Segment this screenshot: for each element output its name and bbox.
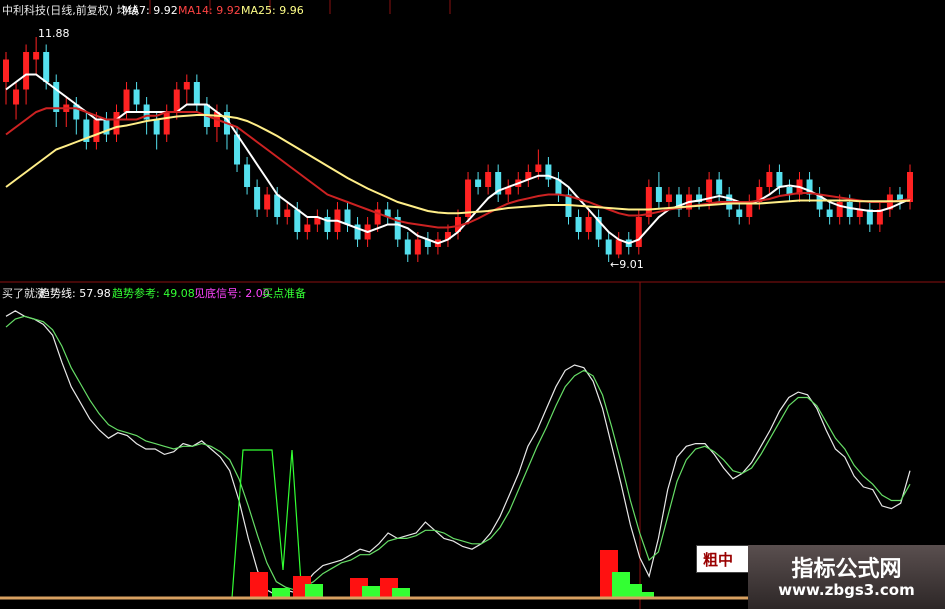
watermark-url: www.zbgs3.com bbox=[778, 581, 915, 599]
candle-body bbox=[655, 187, 662, 202]
candle-body bbox=[846, 202, 853, 217]
trend-line-label: 趋势线: 57.98 bbox=[39, 287, 111, 300]
candle-body bbox=[304, 224, 311, 232]
stock-title: 中利科技(日线,前复权) 均线 bbox=[2, 4, 139, 17]
candle-body bbox=[244, 164, 251, 187]
candle-body bbox=[93, 119, 100, 142]
low-annotation: ←9.01 bbox=[610, 258, 644, 271]
candle-body bbox=[3, 59, 9, 82]
candle-body bbox=[535, 164, 542, 172]
candle-body bbox=[665, 194, 672, 202]
candle-body bbox=[43, 52, 50, 82]
candle-body bbox=[274, 194, 281, 217]
candle-body bbox=[264, 194, 271, 210]
trend-ref-label: 趋势参考: 49.08 bbox=[112, 287, 195, 300]
candle-body bbox=[605, 239, 612, 255]
watermark: 指标公式网 www.zbgs3.com bbox=[748, 545, 945, 609]
candle-body bbox=[776, 172, 783, 187]
chart-canvas bbox=[0, 0, 945, 609]
candle-body bbox=[113, 112, 120, 135]
ma14-label: MA14: 9.92 bbox=[178, 4, 241, 17]
candle-body bbox=[736, 209, 743, 217]
candle-body bbox=[585, 217, 592, 232]
candle-body bbox=[23, 52, 30, 90]
candle-body bbox=[766, 172, 773, 187]
logo-badge: 粗中 bbox=[696, 545, 754, 573]
candle-body bbox=[826, 209, 833, 217]
candle-body bbox=[13, 89, 20, 105]
ma7-label: MA7: 9.92 bbox=[122, 4, 178, 17]
candle-body bbox=[404, 239, 411, 255]
candle-body bbox=[344, 209, 351, 225]
candle-body bbox=[153, 119, 160, 135]
signal-bar bbox=[305, 584, 323, 598]
candle-body bbox=[193, 82, 200, 105]
candle-body bbox=[635, 217, 642, 247]
candle-body bbox=[284, 209, 291, 217]
buy-ready-label: 买点准备 bbox=[262, 287, 306, 300]
high-annotation: 11.88 bbox=[38, 27, 70, 40]
signal-bar bbox=[362, 586, 380, 598]
candle-body bbox=[123, 89, 130, 112]
candle-body bbox=[133, 89, 140, 105]
candle-body bbox=[716, 179, 723, 195]
candle-body bbox=[907, 172, 913, 202]
ma25-label: MA25: 9.96 bbox=[241, 4, 304, 17]
candle-body bbox=[183, 82, 190, 90]
bottom-signal-label: 见底信号: 2.00 bbox=[194, 287, 270, 300]
candle-body bbox=[575, 217, 582, 232]
stock-chart-window: 中利科技(日线,前复权) 均线 MA7: 9.92 MA14: 9.92 MA2… bbox=[0, 0, 945, 609]
candle-body bbox=[173, 89, 180, 112]
candle-body bbox=[485, 172, 492, 187]
watermark-title: 指标公式网 bbox=[791, 557, 902, 582]
candle-body bbox=[33, 52, 40, 60]
candle-body bbox=[294, 209, 301, 232]
signal-bar bbox=[250, 572, 268, 598]
candle-body bbox=[475, 179, 482, 187]
candle-body bbox=[645, 187, 652, 217]
candle-body bbox=[254, 187, 261, 210]
candle-body bbox=[615, 239, 622, 255]
candle-body bbox=[163, 112, 170, 135]
candle-body bbox=[414, 239, 421, 255]
